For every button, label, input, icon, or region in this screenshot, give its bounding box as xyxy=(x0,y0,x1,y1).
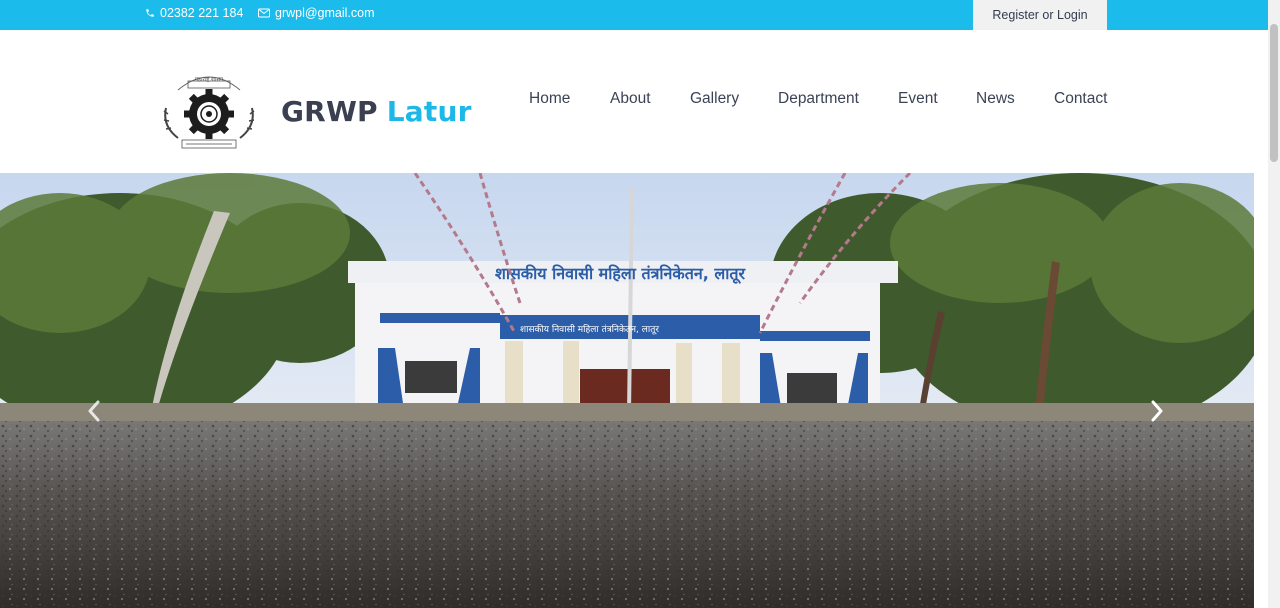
nav-home[interactable]: Home xyxy=(529,90,570,108)
contact-email[interactable]: grwpl@gmail.com xyxy=(258,0,375,26)
svg-text:महाराष्ट्र शासन: महाराष्ट्र शासन xyxy=(195,77,224,83)
contact-phone[interactable]: 02382 221 184 xyxy=(145,0,243,26)
nav-news[interactable]: News xyxy=(976,90,1015,108)
gear-emblem-logo[interactable]: महाराष्ट्र शासन xyxy=(158,68,260,150)
nav-about[interactable]: About xyxy=(610,90,651,108)
brand-name: GRWP xyxy=(281,94,378,128)
carousel-prev-button[interactable] xyxy=(82,395,106,427)
nav-contact[interactable]: Contact xyxy=(1054,90,1107,108)
page: 02382 221 184 grwpl@gmail.com Register o… xyxy=(0,0,1280,608)
college-building-photo: शासकीय निवासी महिला तंत्रनिकेतन, लातूर श… xyxy=(0,173,1254,608)
brand-city: Latur xyxy=(386,94,472,128)
building-sign: शासकीय निवासी महिला तंत्रनिकेतन, लातूर xyxy=(495,264,747,284)
site-header: महाराष्ट्र शासन GRWP Latur Home About Ga… xyxy=(0,30,1268,173)
register-login-button[interactable]: Register or Login xyxy=(973,0,1107,30)
top-bar: 02382 221 184 grwpl@gmail.com Register o… xyxy=(0,0,1268,30)
scrollbar-thumb[interactable] xyxy=(1270,24,1278,162)
nav-event[interactable]: Event xyxy=(898,90,938,108)
brand-title[interactable]: GRWP Latur xyxy=(281,91,472,131)
envelope-icon xyxy=(258,8,270,18)
carousel-next-button[interactable] xyxy=(1145,395,1169,427)
phone-icon xyxy=(146,9,154,17)
phone-number: 02382 221 184 xyxy=(160,6,244,20)
nav-gallery[interactable]: Gallery xyxy=(690,90,739,108)
nav-department[interactable]: Department xyxy=(778,90,859,108)
building-sign-small: शासकीय निवासी महिला तंत्रनिकेतन, लातूर xyxy=(520,323,659,335)
page-scrollbar[interactable] xyxy=(1268,0,1280,608)
chevron-left-icon xyxy=(88,400,100,422)
email-address: grwpl@gmail.com xyxy=(275,6,375,20)
chevron-right-icon xyxy=(1151,400,1163,422)
hero-carousel: शासकीय निवासी महिला तंत्रनिकेतन, लातूर श… xyxy=(0,173,1254,608)
